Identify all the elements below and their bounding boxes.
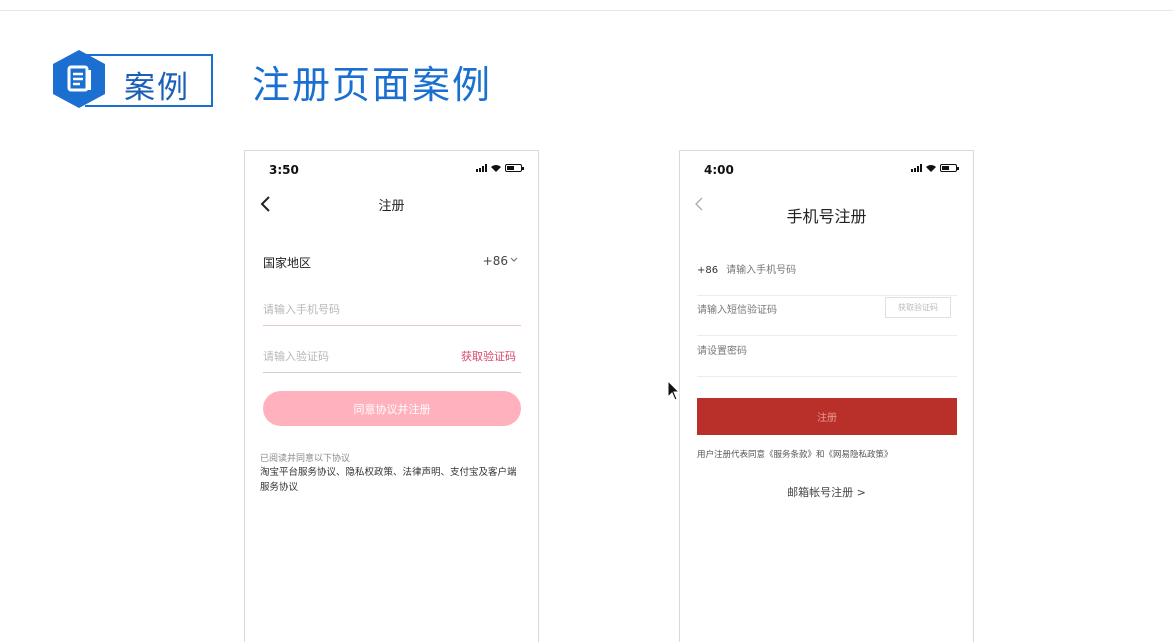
status-icons xyxy=(476,164,524,172)
nav-title: 手机号注册 xyxy=(786,207,867,226)
battery-icon xyxy=(940,164,959,172)
status-time: 4:00 xyxy=(704,163,734,177)
country-code[interactable]: +86 xyxy=(697,265,718,276)
get-code-button[interactable]: 获取验证码 xyxy=(885,297,951,318)
terms-text[interactable]: 用户注册代表同意《服务条款》和《网易隐私政策》 xyxy=(697,448,893,460)
signal-icon xyxy=(911,164,922,172)
email-register-link[interactable]: 邮箱帐号注册 > xyxy=(680,484,973,500)
page-title: 注册页面案例 xyxy=(252,63,493,107)
wifi-icon xyxy=(491,165,501,172)
signal-icon xyxy=(476,164,487,172)
wifi-icon xyxy=(926,165,936,172)
taobao-register-screen: 3:50 注册 国家地区 +86 请输入手机号码 请输入验证码 获取验证码 同意… xyxy=(244,150,539,642)
section-badge-label: 案例 xyxy=(124,70,190,106)
phone-input[interactable]: 请输入手机号码 xyxy=(726,265,796,276)
nav-title: 注册 xyxy=(378,199,405,214)
get-code-link[interactable]: 获取验证码 xyxy=(461,348,516,364)
mouse-cursor-icon xyxy=(667,380,681,401)
phone-input[interactable]: 请输入手机号码 xyxy=(263,301,521,326)
status-icons xyxy=(911,164,959,172)
password-input[interactable]: 请设置密码 xyxy=(697,346,747,357)
battery-icon xyxy=(505,164,524,172)
sms-code-input[interactable]: 请输入短信验证码 xyxy=(697,305,777,316)
phone-input-row[interactable]: +86 请输入手机号码 xyxy=(697,261,957,296)
agree-register-button[interactable]: 同意协议并注册 xyxy=(263,391,521,426)
chevron-down-icon[interactable] xyxy=(510,257,518,263)
status-time: 3:50 xyxy=(269,163,299,177)
agreement-intro: 已阅读并同意以下协议 xyxy=(260,454,351,464)
agreement-links[interactable]: 淘宝平台服务协议、隐私权政策、法律声明、支付宝及客户端服务协议 xyxy=(260,465,522,495)
password-row[interactable]: 请设置密码 xyxy=(697,342,957,377)
register-button[interactable]: 注册 xyxy=(697,398,957,435)
netease-register-screen: 4:00 手机号注册 +86 请输入手机号码 请输入短信验证码 获取验证码 请设置… xyxy=(679,150,974,642)
region-label: 国家地区 xyxy=(263,256,312,270)
region-code-select[interactable]: +86 xyxy=(483,254,508,268)
sms-code-row[interactable]: 请输入短信验证码 获取验证码 xyxy=(697,297,957,336)
top-divider xyxy=(0,10,1173,11)
